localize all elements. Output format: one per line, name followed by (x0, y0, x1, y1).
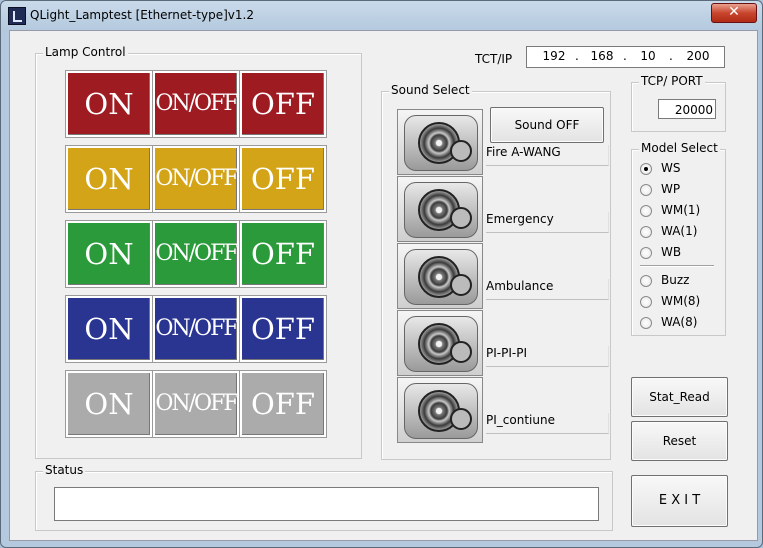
model-radio-label: Buzz (661, 273, 690, 287)
ip-octet-3[interactable]: 10 (633, 49, 663, 63)
lamp-on-button[interactable]: ON (65, 220, 153, 288)
ip-octet-1[interactable]: 192 (539, 49, 569, 63)
music-note-icon (450, 274, 472, 296)
lamp-on-button[interactable]: ON (65, 295, 153, 363)
lamp-on-button[interactable]: ON (65, 145, 153, 213)
model-divider (640, 265, 714, 267)
close-button[interactable]: ✕ (711, 3, 757, 23)
sound-item-label: PI-PI-PI (486, 346, 609, 367)
model-radio-label: WS (661, 161, 681, 175)
lamp-onoff-button[interactable]: ON/OFF (152, 145, 240, 213)
status-field (54, 487, 599, 521)
exit-button[interactable]: E X I T (631, 475, 728, 527)
radio-circle-icon[interactable] (640, 205, 652, 217)
lamp-off-button[interactable]: OFF (239, 145, 327, 213)
ip-address-field[interactable]: 192 . 168 . 10 . 200 (526, 46, 725, 68)
radio-circle-icon[interactable] (640, 163, 652, 175)
radio-circle-icon[interactable] (640, 184, 652, 196)
sound-select-legend: Sound Select (389, 83, 472, 97)
radio-circle-icon[interactable] (640, 317, 652, 329)
speaker-icon-button[interactable] (397, 109, 483, 175)
ip-dot: . (575, 49, 579, 63)
ip-label: TCT/IP (475, 52, 513, 66)
speaker-icon-button[interactable] (397, 176, 483, 242)
lamp-onoff-button[interactable]: ON/OFF (152, 70, 240, 138)
model-radio-label: WA(1) (661, 224, 698, 238)
lamp-off-button[interactable]: OFF (239, 370, 327, 438)
speaker-icon-button[interactable] (397, 243, 483, 309)
model-radio-label: WB (661, 245, 682, 259)
lamp-control-legend: Lamp Control (43, 45, 128, 59)
lamp-control-group: Lamp Control ON ON/OFF OFF ON ON/OFF OFF ON ON/… (35, 45, 362, 459)
radio-circle-icon[interactable] (640, 226, 652, 238)
tcp-port-legend: TCP/ PORT (639, 74, 705, 88)
model-radio-label: WM(8) (661, 294, 701, 308)
app-icon (8, 7, 26, 25)
sound-select-group: Sound Select Sound OFF Fire A-WANG Emerge… (381, 83, 611, 460)
model-select-legend: Model Select (639, 141, 720, 155)
lamp-off-button[interactable]: OFF (239, 295, 327, 363)
lamp-on-button[interactable]: ON (65, 70, 153, 138)
lamp-onoff-button[interactable]: ON/OFF (152, 220, 240, 288)
radio-circle-icon[interactable] (640, 275, 652, 287)
music-note-icon (450, 207, 472, 229)
lamp-onoff-button[interactable]: ON/OFF (152, 370, 240, 438)
stat-read-button[interactable]: Stat_Read (631, 377, 728, 417)
sound-item-label: Emergency (486, 212, 609, 233)
sound-item-label: Ambulance (486, 279, 609, 300)
app-window: QLight_Lamptest [Ethernet-type]v1.2 ✕ La… (0, 0, 763, 548)
status-legend: Status (43, 463, 86, 477)
reset-button[interactable]: Reset (631, 421, 728, 461)
ip-octet-2[interactable]: 168 (587, 49, 617, 63)
model-radio-label: WP (661, 182, 681, 196)
model-radio-label: WM(1) (661, 203, 701, 217)
radio-circle-icon[interactable] (640, 296, 652, 308)
title-bar[interactable]: QLight_Lamptest [Ethernet-type]v1.2 ✕ (1, 1, 762, 29)
client-area: Lamp Control ON ON/OFF OFF ON ON/OFF OFF ON ON/… (9, 30, 758, 541)
sound-item-label: Fire A-WANG (486, 145, 609, 166)
lamp-off-button[interactable]: OFF (239, 220, 327, 288)
ip-dot: . (623, 49, 627, 63)
sound-item-label: PI_contiune (486, 413, 609, 434)
tcp-port-input[interactable]: 20000 (658, 99, 716, 119)
lamp-on-button[interactable]: ON (65, 370, 153, 438)
lamp-off-button[interactable]: OFF (239, 70, 327, 138)
sound-off-button[interactable]: Sound OFF (490, 107, 604, 143)
music-note-icon (450, 408, 472, 430)
music-note-icon (450, 341, 472, 363)
lamp-onoff-button[interactable]: ON/OFF (152, 295, 240, 363)
tcp-port-group: TCP/ PORT 20000 (631, 74, 726, 132)
ip-dot: . (669, 49, 673, 63)
model-select-group: Model Select WS WP WM(1) WA(1) WB Buzz WM(8) WA… (631, 141, 726, 336)
speaker-icon-button[interactable] (397, 377, 483, 443)
ip-octet-4[interactable]: 200 (683, 49, 713, 63)
window-title: QLight_Lamptest [Ethernet-type]v1.2 (30, 8, 254, 22)
model-radio-label: WA(8) (661, 315, 698, 329)
music-note-icon (450, 140, 472, 162)
radio-circle-icon[interactable] (640, 247, 652, 259)
speaker-icon-button[interactable] (397, 310, 483, 376)
